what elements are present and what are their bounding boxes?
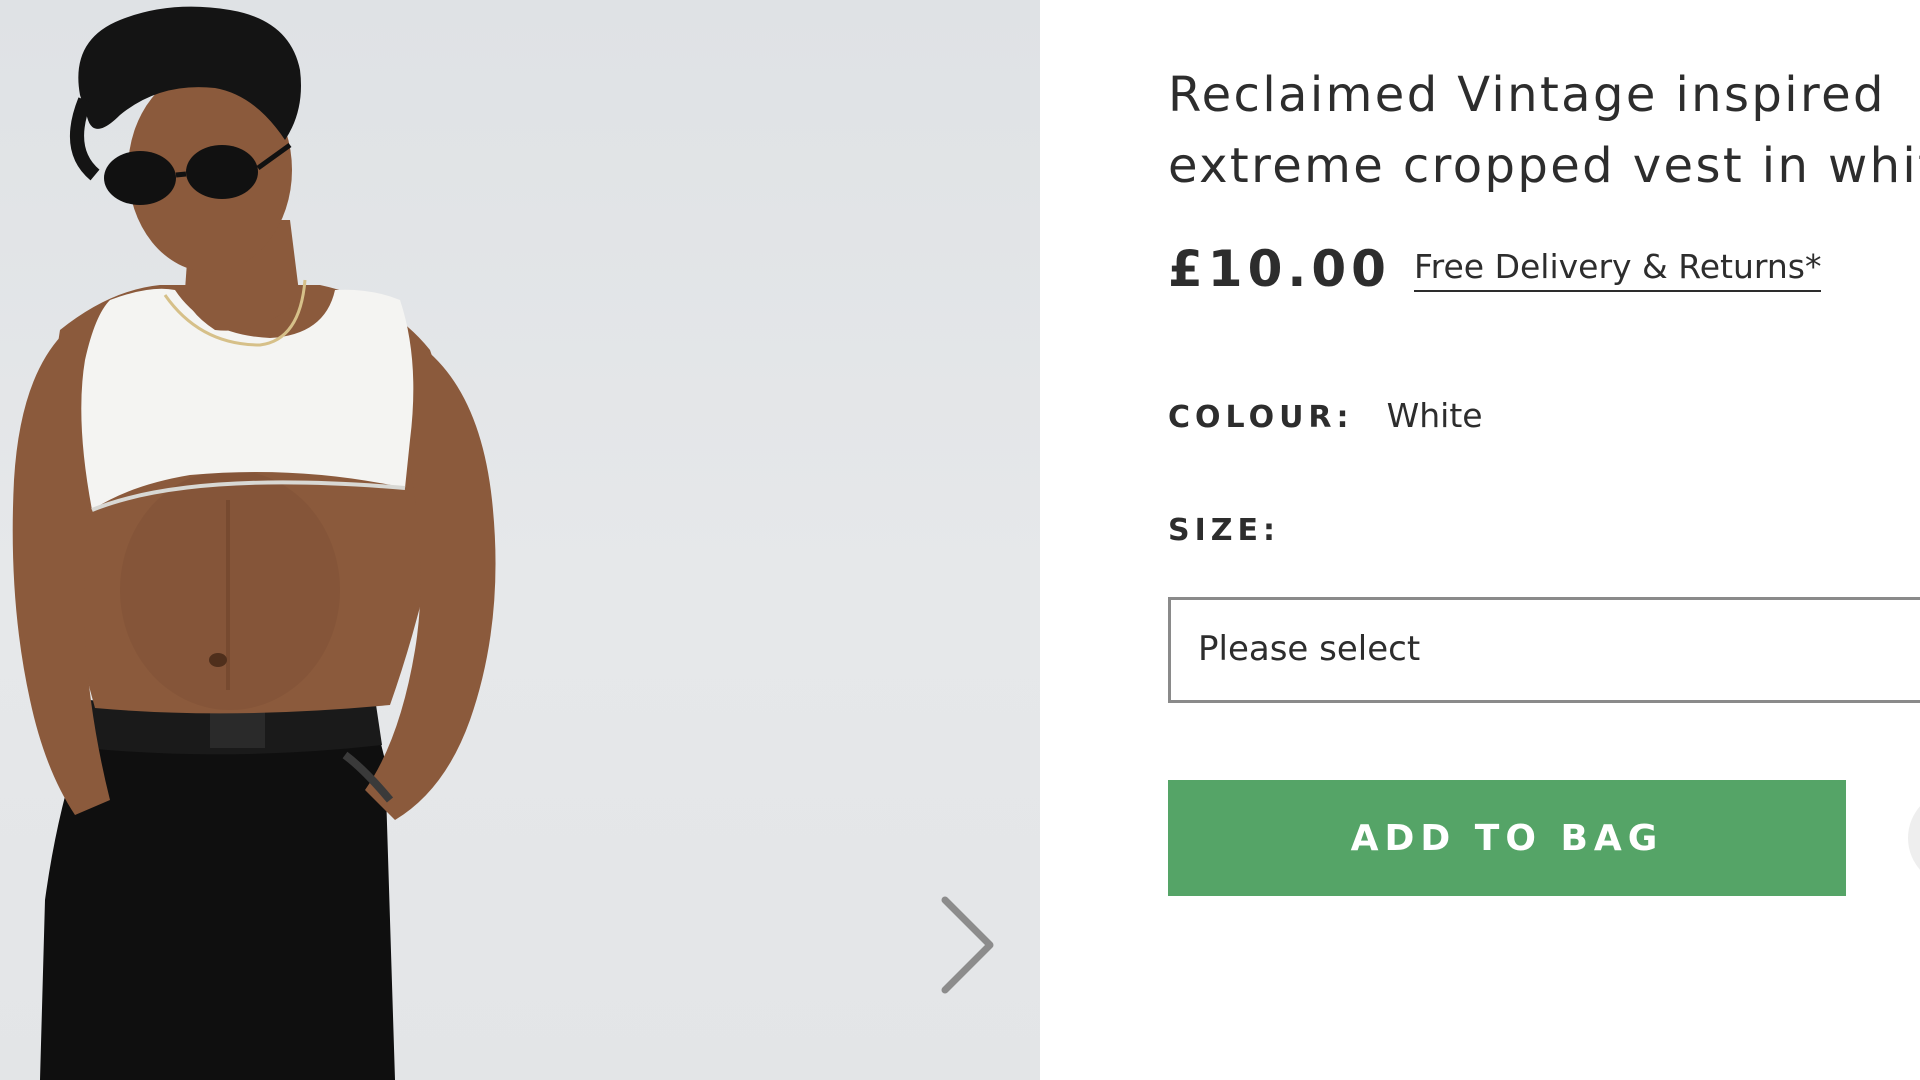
colour-value: White — [1386, 396, 1483, 435]
product-title: Reclaimed Vintage inspired extreme cropp… — [1168, 60, 1920, 202]
product-photo — [12, 6, 496, 1080]
product-title-line-1: Reclaimed Vintage inspired — [1168, 67, 1886, 123]
size-label: SIZE: — [1168, 513, 1281, 548]
price-row: £10.00 Free Delivery & Returns* — [1168, 240, 1920, 310]
colour-row: COLOUR: White — [1168, 396, 1483, 435]
free-delivery-link[interactable]: Free Delivery & Returns* — [1414, 247, 1822, 292]
product-price: £10.00 — [1168, 240, 1391, 298]
product-details: Reclaimed Vintage inspired extreme cropp… — [1168, 0, 1920, 1080]
size-select[interactable]: Please select — [1168, 597, 1920, 703]
save-for-later-button[interactable] — [1908, 790, 1920, 886]
product-page: Reclaimed Vintage inspired extreme cropp… — [0, 0, 1920, 1080]
product-gallery — [0, 0, 1040, 1080]
add-to-bag-button[interactable]: ADD TO BAG — [1168, 780, 1846, 896]
colour-label: COLOUR: — [1168, 400, 1354, 435]
product-title-line-2: extreme cropped vest in white — [1168, 138, 1920, 194]
size-select-value: Please select — [1198, 629, 1421, 669]
chevron-right-icon[interactable] — [930, 895, 1000, 995]
